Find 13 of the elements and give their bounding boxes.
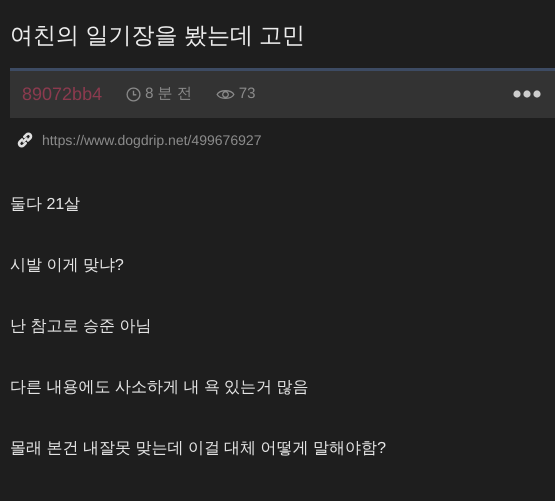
link-icon — [16, 131, 34, 150]
post-title: 여친의 일기장을 봤는데 고민 — [10, 22, 306, 50]
clock-icon — [126, 86, 142, 102]
view-count: 73 — [238, 84, 256, 104]
body-paragraph: 다른 내용에도 사소하게 내 욕 있는거 많음 — [10, 378, 310, 398]
eye-icon — [216, 88, 235, 101]
body-paragraph: 시발 이게 맞냐? — [10, 256, 125, 275]
more-icon[interactable] — [513, 90, 541, 98]
body-paragraph: 난 참고로 승준 아님 — [10, 316, 152, 336]
body-paragraph: 둘다 21살 — [10, 194, 82, 214]
body-paragraph: 몰래 본건 내잘못 맞는데 이걸 대체 어떻게 말해야함? — [10, 439, 388, 459]
post-url-link[interactable]: https://www.dogdrip.net/499676927 — [42, 130, 262, 151]
post-time: 8 분 전 — [145, 84, 192, 104]
